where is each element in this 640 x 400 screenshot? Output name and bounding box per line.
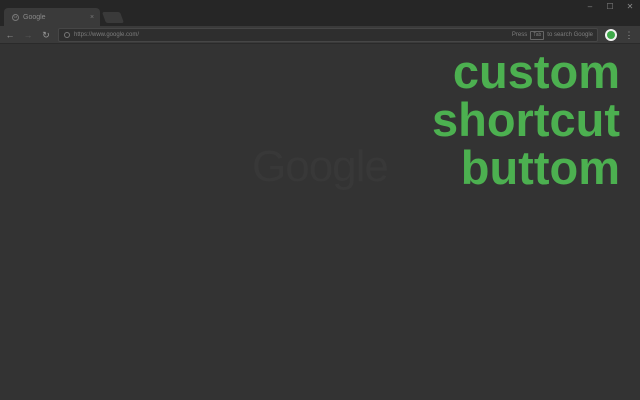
site-info-icon[interactable] bbox=[64, 32, 70, 38]
browser-window: G Google × – ☐ ✕ ← → ↻ https://www.googl… bbox=[0, 0, 640, 400]
custom-shortcut-extension-button[interactable] bbox=[605, 29, 617, 41]
new-tab-button[interactable] bbox=[101, 12, 125, 23]
minimize-button[interactable]: – bbox=[580, 0, 600, 14]
promo-overlay: custom shortcut buttom bbox=[432, 48, 620, 192]
close-window-button[interactable]: ✕ bbox=[620, 0, 640, 14]
tab-strip: G Google × – ☐ ✕ bbox=[0, 0, 640, 26]
google-favicon-icon: G bbox=[12, 13, 19, 21]
window-controls: – ☐ ✕ bbox=[580, 0, 640, 14]
forward-button[interactable]: → bbox=[22, 29, 34, 41]
promo-line-2: shortcut bbox=[432, 93, 620, 146]
google-logo: Google bbox=[252, 142, 389, 191]
tab-title: Google bbox=[23, 13, 46, 21]
address-bar[interactable]: https://www.google.com/ Press Tab to sea… bbox=[58, 28, 598, 42]
hint-prefix: Press bbox=[511, 32, 528, 38]
url-text[interactable]: https://www.google.com/ bbox=[74, 32, 512, 38]
reload-button[interactable]: ↻ bbox=[40, 29, 52, 41]
page-search-hint bbox=[258, 246, 378, 254]
browser-toolbar: ← → ↻ https://www.google.com/ Press Tab … bbox=[0, 26, 640, 44]
search-hint: Press Tab to search Google bbox=[511, 30, 593, 40]
tab-google[interactable]: G Google × bbox=[4, 8, 100, 26]
promo-line-3: buttom bbox=[460, 141, 620, 194]
browser-menu-icon[interactable]: ⋮ bbox=[624, 29, 634, 41]
tab-close-icon[interactable]: × bbox=[87, 14, 97, 21]
back-button[interactable]: ← bbox=[4, 29, 16, 41]
tab-key-badge: Tab bbox=[530, 30, 545, 40]
maximize-button[interactable]: ☐ bbox=[600, 0, 620, 14]
hint-suffix: to search Google bbox=[547, 32, 593, 38]
promo-line-1: custom bbox=[452, 45, 620, 98]
extension-icon bbox=[607, 31, 615, 39]
